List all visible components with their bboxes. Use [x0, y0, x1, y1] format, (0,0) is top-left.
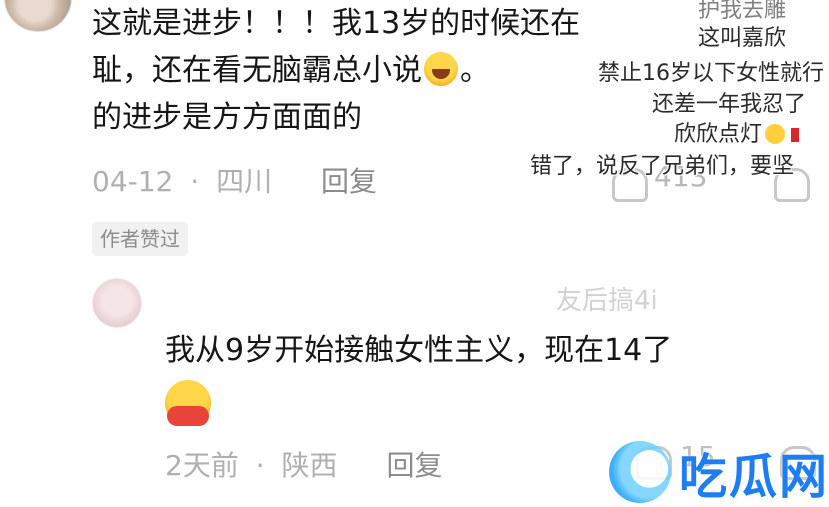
- laughing-emoji-icon: [765, 124, 786, 144]
- reply-location: 陕西: [281, 449, 338, 482]
- comment-date: 04-12: [92, 165, 174, 198]
- comment-line-2-end: 。: [460, 53, 490, 88]
- danmaku-item: 欣欣点灯: [674, 116, 800, 148]
- danmaku-text: 欣欣点灯: [674, 122, 763, 147]
- danmaku-item: 这叫嘉欣: [698, 26, 787, 51]
- face-with-tears-of-joy-icon: [424, 52, 458, 86]
- meta-separator: ·: [190, 165, 200, 198]
- comment-location: 四川: [216, 165, 273, 198]
- reply-body: 我从9岁开始接触女性主义，现在14了: [165, 333, 673, 368]
- reply-meta: 2天前 · 陕西 回复: [165, 444, 442, 484]
- danmaku-item: 禁止16岁以下女性就行: [598, 61, 824, 86]
- reply-date: 2天前: [165, 449, 239, 482]
- comment-line-2: 耻，还在看无脑霸总小说 。: [92, 47, 612, 94]
- danmaku-item: 还差一年我忍了: [652, 92, 807, 117]
- replier-avatar[interactable]: [92, 278, 142, 328]
- hugging-face-icon: [165, 380, 211, 426]
- site-watermark: 吃瓜网: [578, 440, 829, 505]
- danmaku-item: 错了，说反了兄弟们，要坚: [530, 154, 795, 179]
- comment-line-3: 的进步是方方面面的: [92, 100, 362, 135]
- watermark-text: 吃瓜网: [678, 449, 829, 505]
- comment-reply-button[interactable]: 回复: [321, 165, 377, 198]
- comment-meta: 04-12 · 四川 回复: [92, 160, 377, 200]
- author-liked-badge: 作者赞过: [92, 222, 188, 256]
- red-marker-icon: [791, 128, 800, 142]
- commenter-avatar[interactable]: [4, 0, 72, 32]
- meta-separator: ·: [255, 449, 265, 482]
- comment-body: 这就是进步！！！我13岁的时候还在 耻，还在看无脑霸总小说 。 的进步是方方面面的: [92, 0, 612, 141]
- watermelon-logo-icon: [608, 441, 671, 503]
- comment-line-2-text: 耻，还在看无脑霸总小说: [92, 53, 422, 88]
- comment-line-1: 这就是进步！！！我13岁的时候还在: [92, 6, 581, 41]
- reply-reply-button[interactable]: 回复: [386, 449, 442, 482]
- replier-username[interactable]: 友后搞4i: [556, 280, 658, 317]
